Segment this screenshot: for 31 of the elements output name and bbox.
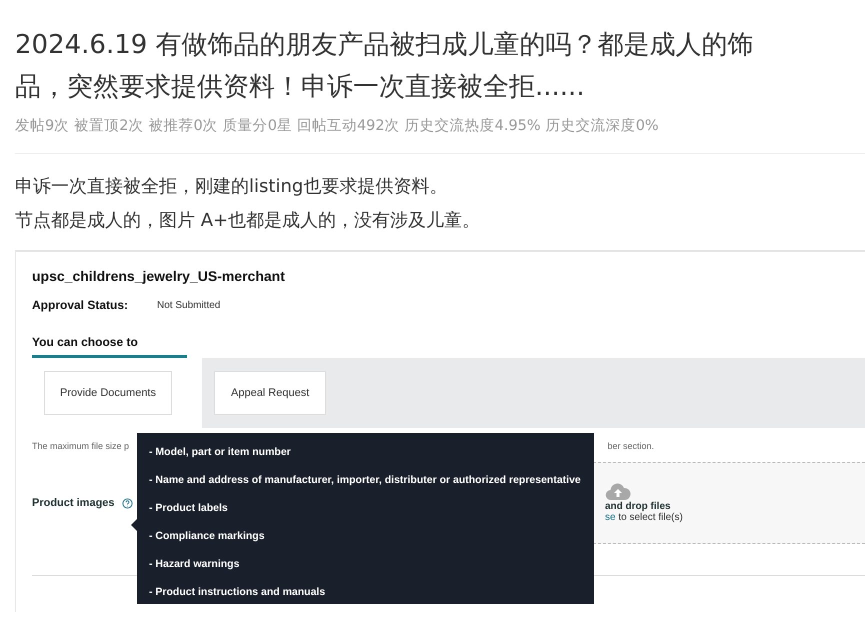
option-tab[interactable]: Appeal Request <box>202 358 338 428</box>
page-title: upsc_childrens_jewelry_US-merchant <box>31 267 286 284</box>
drop-zone[interactable]: and drop files se to select file(s) <box>593 462 865 544</box>
help-icon[interactable] <box>122 498 133 508</box>
tooltip-line: - Compliance markings <box>149 529 266 544</box>
file-size-note: The maximum file size p <box>32 441 130 451</box>
post-stat: 质量分0星 <box>222 117 292 135</box>
status-label: Approval Status: <box>32 298 130 312</box>
tooltip-line: - Product labels <box>149 501 229 516</box>
upload-cloud-icon <box>605 483 631 501</box>
tooltip-line: - Hazard warnings <box>149 557 240 572</box>
post-stat: 历史交流热度4.95% <box>404 116 541 135</box>
tooltip-line: - Model, part or item number <box>149 445 292 460</box>
post-stat: 被置顶2次 <box>74 117 144 135</box>
tooltip-line: - Product instructions and manuals <box>149 585 326 600</box>
tooltip-line: - Name and address of manufacturer, importer, distributer or authorized representative <box>149 473 582 488</box>
browse-link[interactable]: se <box>605 512 616 523</box>
post-title: 2024.6.19 有做饰品的朋友产品被扫成儿童的吗？都是成人的饰品，突然要求提供资料！申诉一次直接被全拒...... <box>15 29 755 104</box>
field-label: Product images <box>32 497 115 509</box>
option-button[interactable]: Provide Documents <box>44 371 172 415</box>
drop-title: and drop files <box>605 501 671 512</box>
file-size-note: ber section. <box>607 441 654 451</box>
post-paragraph: 节点都是成人的，图片 A+也都是成人的，没有涉及儿童。 <box>15 209 482 233</box>
status-value: Not Submitted <box>157 300 220 310</box>
post-stat: 发帖9次 <box>15 117 70 135</box>
post-paragraph: 申诉一次直接被全拒，刚建的listing也要求提供资料。 <box>15 175 448 199</box>
post-stat: 历史交流深度0% <box>546 116 659 135</box>
post-stat: 被推荐0次 <box>148 117 218 135</box>
drop-hint: se to select file(s) <box>605 512 683 523</box>
option-button[interactable]: Appeal Request <box>214 371 326 415</box>
post-stat: 回帖互动492次 <box>296 117 400 135</box>
